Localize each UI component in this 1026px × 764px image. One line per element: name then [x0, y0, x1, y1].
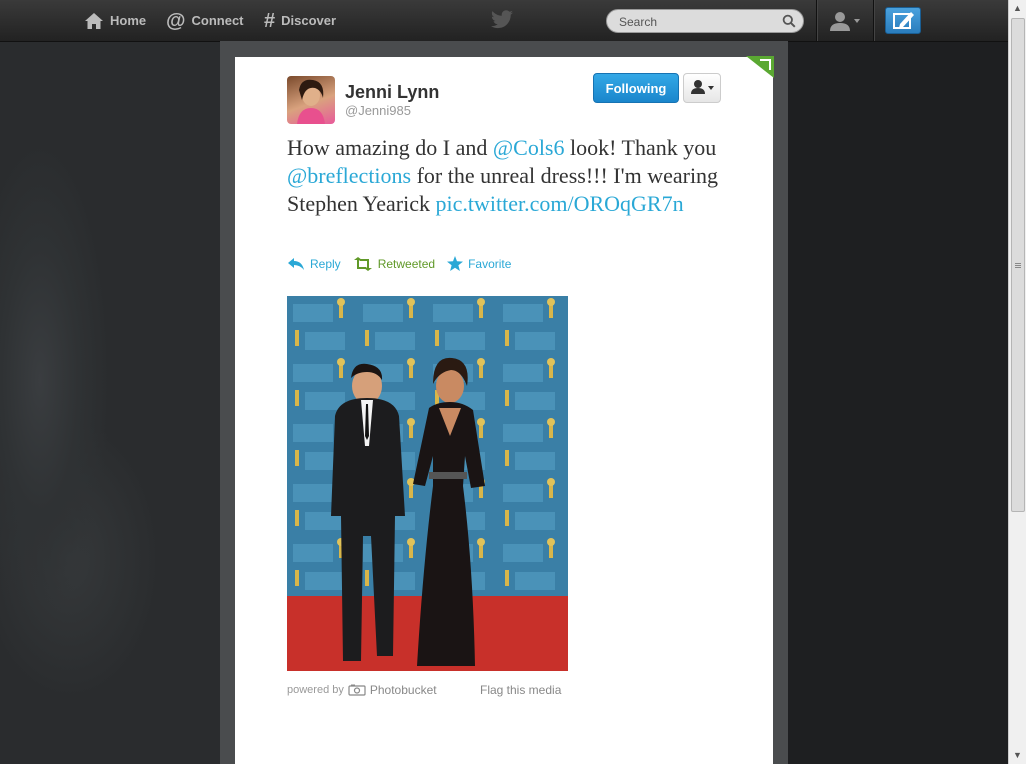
- bird-icon[interactable]: [490, 10, 514, 30]
- retweet-action[interactable]: Retweeted: [353, 256, 436, 271]
- scroll-down-arrow[interactable]: ▼: [1009, 747, 1026, 764]
- compose-button[interactable]: [885, 7, 921, 34]
- account-icon[interactable]: [828, 10, 862, 32]
- favorite-label: Favorite: [468, 256, 512, 271]
- topbar-divider: [816, 0, 817, 41]
- following-button[interactable]: Following: [593, 73, 679, 103]
- favorite-action[interactable]: Favorite: [447, 256, 511, 271]
- display-name[interactable]: Jenni Lynn: [345, 82, 439, 103]
- background-right: [788, 41, 1010, 764]
- top-navigation-bar: Home @ Connect # Discover: [0, 0, 1008, 42]
- compose-icon: [893, 12, 914, 29]
- nav-discover-label: Discover: [281, 13, 337, 28]
- topbar-divider: [873, 0, 874, 41]
- user-dropdown-icon: [691, 80, 714, 94]
- reply-icon: [288, 257, 304, 270]
- tweet-text-part: How amazing do I and: [287, 135, 493, 160]
- mention-link[interactable]: @breflections: [287, 163, 411, 188]
- hash-icon: #: [264, 9, 276, 32]
- mention-link[interactable]: @Cols6: [493, 135, 565, 160]
- flag-media-link[interactable]: Flag this media: [480, 683, 561, 697]
- nav-connect[interactable]: @ Connect: [166, 0, 244, 41]
- tweet-actions: Reply Retweeted Favorite: [287, 256, 523, 271]
- avatar[interactable]: [287, 76, 335, 124]
- tweet-text-part: look! Thank you: [564, 135, 717, 160]
- nav-discover[interactable]: # Discover: [264, 0, 336, 41]
- media-attribution: powered by Photobucket: [287, 683, 437, 697]
- tweet-photo[interactable]: [287, 296, 568, 671]
- page-scrollbar[interactable]: ▲ ▼: [1008, 0, 1026, 764]
- photo-image: [287, 296, 568, 671]
- retweet-label: Retweeted: [377, 256, 436, 271]
- media-link[interactable]: pic.twitter.com/OROqGR7n: [435, 191, 683, 216]
- search-input[interactable]: [617, 13, 781, 31]
- reply-action[interactable]: Reply: [287, 257, 341, 271]
- scroll-up-arrow[interactable]: ▲: [1009, 0, 1026, 17]
- corner-fold-icon[interactable]: [746, 56, 774, 78]
- powered-by-label: powered by: [287, 684, 344, 696]
- user-actions-dropdown[interactable]: [683, 73, 721, 103]
- tweet-text: How amazing do I and @Cols6 look! Thank …: [287, 134, 737, 218]
- scroll-thumb[interactable]: [1011, 18, 1025, 512]
- star-icon: [447, 256, 464, 271]
- home-icon: [85, 12, 103, 29]
- photobucket-link[interactable]: Photobucket: [370, 683, 437, 697]
- at-icon: @: [166, 9, 186, 32]
- search-box[interactable]: [606, 9, 804, 33]
- user-handle[interactable]: @Jenni985: [345, 103, 411, 118]
- retweet-icon: [353, 256, 372, 271]
- avatar-image: [297, 79, 325, 124]
- nav-home-label: Home: [110, 13, 147, 28]
- background-tree-silhouette: [0, 140, 160, 740]
- nav-home[interactable]: Home: [84, 0, 146, 41]
- nav-connect-label: Connect: [191, 13, 244, 28]
- camera-icon: [348, 684, 366, 696]
- search-icon[interactable]: [782, 14, 796, 28]
- reply-label: Reply: [310, 256, 341, 271]
